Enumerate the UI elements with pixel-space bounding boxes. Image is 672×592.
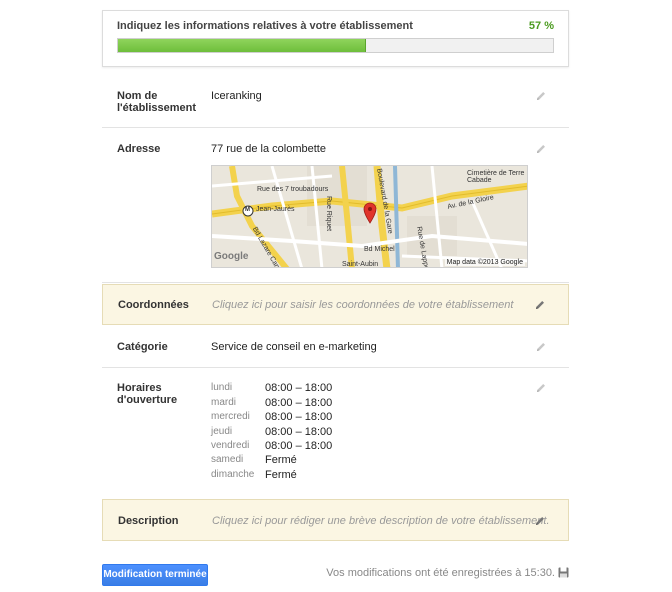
map-label: Rue des 7 troubadours — [257, 186, 329, 193]
pencil-icon[interactable] — [535, 143, 547, 155]
map-pin-icon[interactable] — [363, 202, 377, 224]
hours-day: lundi — [211, 382, 233, 393]
pencil-icon[interactable] — [535, 341, 547, 353]
map-label: Bd Michel — [364, 246, 395, 253]
map-label: Saint-Aubin — [342, 261, 379, 268]
google-logo: Google — [214, 251, 249, 262]
field-row-category[interactable]: Catégorie Service de conseil en e-market… — [102, 326, 569, 368]
hours-day: mercredi — [211, 411, 250, 422]
field-hint-coordinates[interactable]: Cliquez ici pour saisir les coordonnées … — [212, 299, 513, 311]
done-button[interactable]: Modification terminée — [102, 564, 208, 586]
field-row-address[interactable]: Adresse 77 rue de la colombette M Rue de… — [102, 128, 569, 283]
pencil-icon[interactable] — [535, 90, 547, 102]
hours-day: jeudi — [211, 426, 233, 437]
field-row-description[interactable]: Description Cliquez ici pour rédiger une… — [102, 499, 569, 541]
pencil-icon[interactable] — [535, 382, 547, 394]
hours-day: dimanche — [211, 469, 255, 480]
hours-day: vendredi — [211, 440, 250, 451]
hours-time: Fermé — [265, 454, 297, 466]
field-value-address: 77 rue de la colombette — [211, 143, 326, 155]
hours-day: mardi — [211, 397, 237, 408]
progress-title: Indiquez les informations relatives à vo… — [117, 20, 413, 32]
field-label-name: Nom de l'établissement — [117, 90, 197, 114]
pencil-icon[interactable] — [534, 299, 546, 311]
field-label-category: Catégorie — [117, 341, 168, 353]
pencil-icon[interactable] — [534, 515, 546, 527]
map-label: Rue Riquet — [325, 196, 332, 232]
save-status: Vos modifications ont été enregistrées à… — [326, 567, 555, 579]
field-row-name[interactable]: Nom de l'établissement Iceranking — [102, 67, 569, 128]
progress-card: Indiquez les informations relatives à vo… — [102, 10, 569, 67]
field-value-category: Service de conseil en e-marketing — [211, 341, 377, 353]
field-label-hours: Horaires d'ouverture — [117, 382, 178, 406]
hours-time: 08:00 – 18:00 — [265, 426, 333, 438]
hours-day: samedi — [211, 454, 244, 465]
field-label-coordinates: Coordonnées — [118, 299, 189, 311]
hours-time: 08:00 – 18:00 — [265, 382, 333, 394]
progress-percent: 57 % — [528, 20, 554, 32]
progress-bar — [117, 38, 554, 53]
field-row-hours[interactable]: Horaires d'ouverture lundi 08:00 – 18:00… — [102, 368, 569, 498]
address-map[interactable]: M Rue des 7 troubadours Jean-Jaurès Rue … — [211, 165, 528, 268]
map-label: Jean-Jaurès — [256, 206, 295, 213]
field-label-address: Adresse — [117, 143, 161, 155]
map-label: Cimetière de Terre Cabade — [467, 170, 525, 184]
hours-time: Fermé — [265, 469, 297, 481]
field-row-coordinates[interactable]: Coordonnées Cliquez ici pour saisir les … — [102, 284, 569, 325]
field-label-description: Description — [118, 515, 179, 527]
field-hint-description[interactable]: Cliquez ici pour rédiger une brève descr… — [212, 515, 550, 527]
floppy-disk-icon — [558, 567, 569, 578]
metro-marker: M — [245, 207, 250, 213]
hours-time: 08:00 – 18:00 — [265, 440, 333, 452]
progress-bar-fill — [118, 39, 366, 52]
map-credit: Map data ©2013 Google — [444, 259, 525, 266]
field-value-name: Iceranking — [211, 90, 262, 102]
hours-time: 08:00 – 18:00 — [265, 411, 333, 423]
hours-time: 08:00 – 18:00 — [265, 397, 333, 409]
